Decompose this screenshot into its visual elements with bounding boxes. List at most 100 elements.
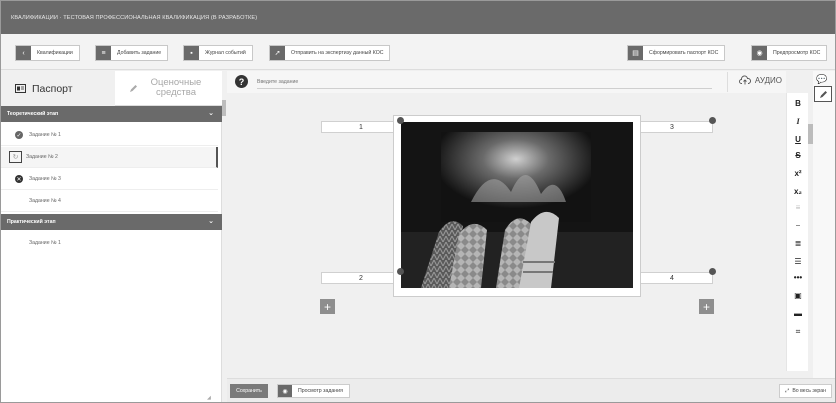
fireplace-socks-image <box>401 122 633 288</box>
task-image[interactable] <box>401 122 633 288</box>
save-button[interactable]: Сохранить <box>230 384 268 398</box>
preview-kos-label: Предпросмотр КОС <box>773 50 821 56</box>
fullscreen-label: Во весь экран <box>792 388 826 394</box>
section-theory[interactable]: Теоретический этап ⌄ <box>1 106 222 122</box>
align-icon[interactable]: ≡ <box>787 203 809 212</box>
card-number: 2 <box>359 274 363 282</box>
tab-passport-label: Паспорт <box>32 82 73 95</box>
save-button-label: Сохранить <box>236 388 262 394</box>
bottom-bar: Сохранить ◉ Просмотр задания ⤢ Во весь э… <box>227 378 835 402</box>
task-item[interactable]: ✓ Задание № 1 <box>1 125 218 146</box>
divider <box>727 72 728 92</box>
section-practice[interactable]: Практический этап ⌄ <box>1 214 222 230</box>
add-card-right-button[interactable]: + <box>699 299 714 314</box>
task-item[interactable]: ✕ Задание № 3 <box>1 169 218 190</box>
add-task-label: Добавить задание <box>117 50 162 56</box>
chevron-left-icon: ‹ <box>16 46 31 60</box>
task-label: Задание № 1 <box>29 132 61 138</box>
right-column <box>813 71 835 378</box>
section-theory-title: Теоретический этап <box>7 111 59 117</box>
eye-icon: ◉ <box>752 46 767 60</box>
question-input[interactable] <box>257 75 712 89</box>
refresh-icon: ↻ <box>9 151 22 163</box>
pencil-icon <box>819 90 827 98</box>
close-circle-icon: ✕ <box>15 175 23 183</box>
question-icon: ? <box>235 75 248 88</box>
italic-button[interactable]: I <box>787 117 809 126</box>
horizontal-rule-icon[interactable]: ⎯ <box>787 221 809 231</box>
drag-handle[interactable] <box>397 117 404 124</box>
page-title: КВАЛИФИКАЦИИ · ТЕСТОВАЯ ПРОФЕССИОНАЛЬНАЯ… <box>11 14 258 21</box>
answer-card-3[interactable]: 3 <box>631 121 713 133</box>
preview-task-label: Просмотр задания <box>298 388 343 394</box>
back-button-label: Квалификации <box>37 50 73 56</box>
superscript-button[interactable]: x² <box>787 169 809 178</box>
answer-card-4[interactable]: 4 <box>631 272 713 284</box>
bold-button[interactable]: B <box>787 99 809 108</box>
left-scrollbar[interactable] <box>222 100 226 116</box>
task-label: Задание № 2 <box>26 154 58 160</box>
list-ordered-icon[interactable]: ≣ <box>787 239 809 248</box>
list-unordered-icon[interactable]: ☰ <box>787 257 809 266</box>
event-log-button[interactable]: ▪ Журнал событий <box>183 45 253 61</box>
tab-passport[interactable]: Паспорт <box>1 71 115 106</box>
crop-icon[interactable]: ⌗ <box>787 327 809 337</box>
menu-icon: ≡ <box>96 46 111 60</box>
task-label: Задание № 4 <box>29 198 61 204</box>
title-bar: КВАЛИФИКАЦИИ · ТЕСТОВАЯ ПРОФЕССИОНАЛЬНАЯ… <box>1 1 835 34</box>
card-number: 3 <box>670 123 674 131</box>
task-label: Задание № 3 <box>29 176 61 182</box>
add-card-left-button[interactable]: + <box>320 299 335 314</box>
generate-passport-label: Сформировать паспорт КОС <box>649 50 719 56</box>
format-toolbar: B I U S x² x₂ ≡ ⎯ ≣ ☰ ••• ▣ ▬ ⌗ <box>786 93 808 371</box>
panel-tabs: Паспорт Оценочные средства <box>1 71 222 106</box>
toolbar-scrollbar[interactable] <box>808 124 813 144</box>
send-expertise-button[interactable]: ➚ Отправить на экспертизу данный КОС <box>269 45 391 61</box>
send-expertise-label: Отправить на экспертизу данный КОС <box>291 50 384 56</box>
generate-passport-button[interactable]: ▤ Сформировать паспорт КОС <box>627 45 726 61</box>
cloud-upload-icon <box>738 75 751 85</box>
fullscreen-button[interactable]: ⤢ Во весь экран <box>779 384 832 398</box>
pencil-icon <box>130 84 137 92</box>
comment-icon[interactable]: 💬 <box>816 74 827 85</box>
question-row: ? АУДИО <box>227 71 786 93</box>
id-card-icon <box>15 84 26 93</box>
image-icon[interactable]: ▬ <box>787 309 809 318</box>
tab-assessment[interactable]: Оценочные средства <box>115 71 222 106</box>
card-number: 1 <box>359 123 363 131</box>
task-label: Задание № 1 <box>29 239 61 246</box>
chat-icon: ▪ <box>184 46 199 60</box>
answer-card-1[interactable]: 1 <box>321 121 401 133</box>
document-icon: ▤ <box>628 46 643 60</box>
expand-icon: ⤢ <box>785 387 790 394</box>
section-practice-title: Практический этап <box>7 219 56 225</box>
task-item[interactable]: Задание № 1 <box>1 232 218 253</box>
chevron-down-icon: ⌄ <box>208 110 214 117</box>
underline-button[interactable]: U <box>787 135 809 144</box>
tab-assessment-label: Оценочные средства <box>150 77 202 98</box>
eye-icon: ◉ <box>278 385 292 397</box>
card-number: 4 <box>670 274 674 282</box>
preview-task-button[interactable]: ◉ Просмотр задания <box>277 384 350 398</box>
left-panel: Паспорт Оценочные средства Теоретический… <box>1 71 222 402</box>
toolbar: ‹ Квалификации ≡ Добавить задание ▪ Журн… <box>1 34 835 70</box>
drag-handle[interactable] <box>709 268 716 275</box>
back-button[interactable]: ‹ Квалификации <box>15 45 80 61</box>
comment-box-icon[interactable]: ▣ <box>787 291 809 300</box>
strikethrough-button[interactable]: S <box>787 151 809 160</box>
task-item-selected[interactable]: ↻ Задание № 2 <box>1 147 218 168</box>
more-icon[interactable]: ••• <box>787 273 809 282</box>
audio-button[interactable]: АУДИО <box>738 75 782 85</box>
check-circle-icon: ✓ <box>15 131 23 139</box>
subscript-button[interactable]: x₂ <box>787 187 809 196</box>
drag-handle[interactable] <box>709 117 716 124</box>
task-item[interactable]: Задание № 4 <box>1 191 218 212</box>
edit-mode-button[interactable] <box>814 86 832 102</box>
resize-handle[interactable]: ◢ <box>207 395 211 401</box>
event-log-label: Журнал событий <box>205 50 246 56</box>
answer-card-2[interactable]: 2 <box>321 272 401 284</box>
add-task-button[interactable]: ≡ Добавить задание <box>95 45 169 61</box>
drag-handle[interactable] <box>397 268 404 275</box>
audio-label: АУДИО <box>754 75 782 85</box>
preview-kos-button[interactable]: ◉ Предпросмотр КОС <box>751 45 828 61</box>
